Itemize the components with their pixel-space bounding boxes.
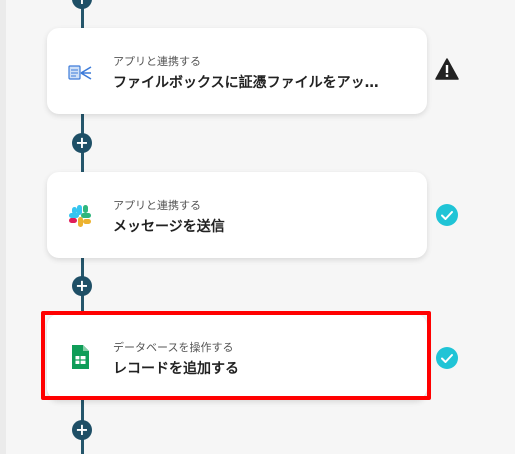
- step-title: ファイルボックスに証憑ファイルをアッ…: [113, 75, 379, 91]
- selection-highlight: [41, 311, 431, 400]
- add-step-button[interactable]: +: [72, 420, 92, 440]
- file-box-icon: [68, 65, 92, 80]
- flow-step-card[interactable]: アプリと連携する ファイルボックスに証憑ファイルをアッ…: [47, 28, 427, 114]
- slack-icon: [69, 205, 91, 227]
- step-category: アプリと連携する: [113, 199, 201, 212]
- flow-step-card[interactable]: アプリと連携する メッセージを送信: [47, 172, 427, 258]
- add-step-button[interactable]: +: [72, 133, 92, 153]
- warning-icon: [435, 58, 459, 80]
- panel-left-border: [0, 0, 6, 454]
- add-step-button[interactable]: +: [72, 0, 92, 9]
- step-title: メッセージを送信: [113, 219, 225, 235]
- add-step-button[interactable]: +: [72, 276, 92, 296]
- check-circle-icon: [436, 347, 458, 369]
- check-circle-icon: [436, 204, 458, 226]
- step-category: アプリと連携する: [113, 55, 201, 68]
